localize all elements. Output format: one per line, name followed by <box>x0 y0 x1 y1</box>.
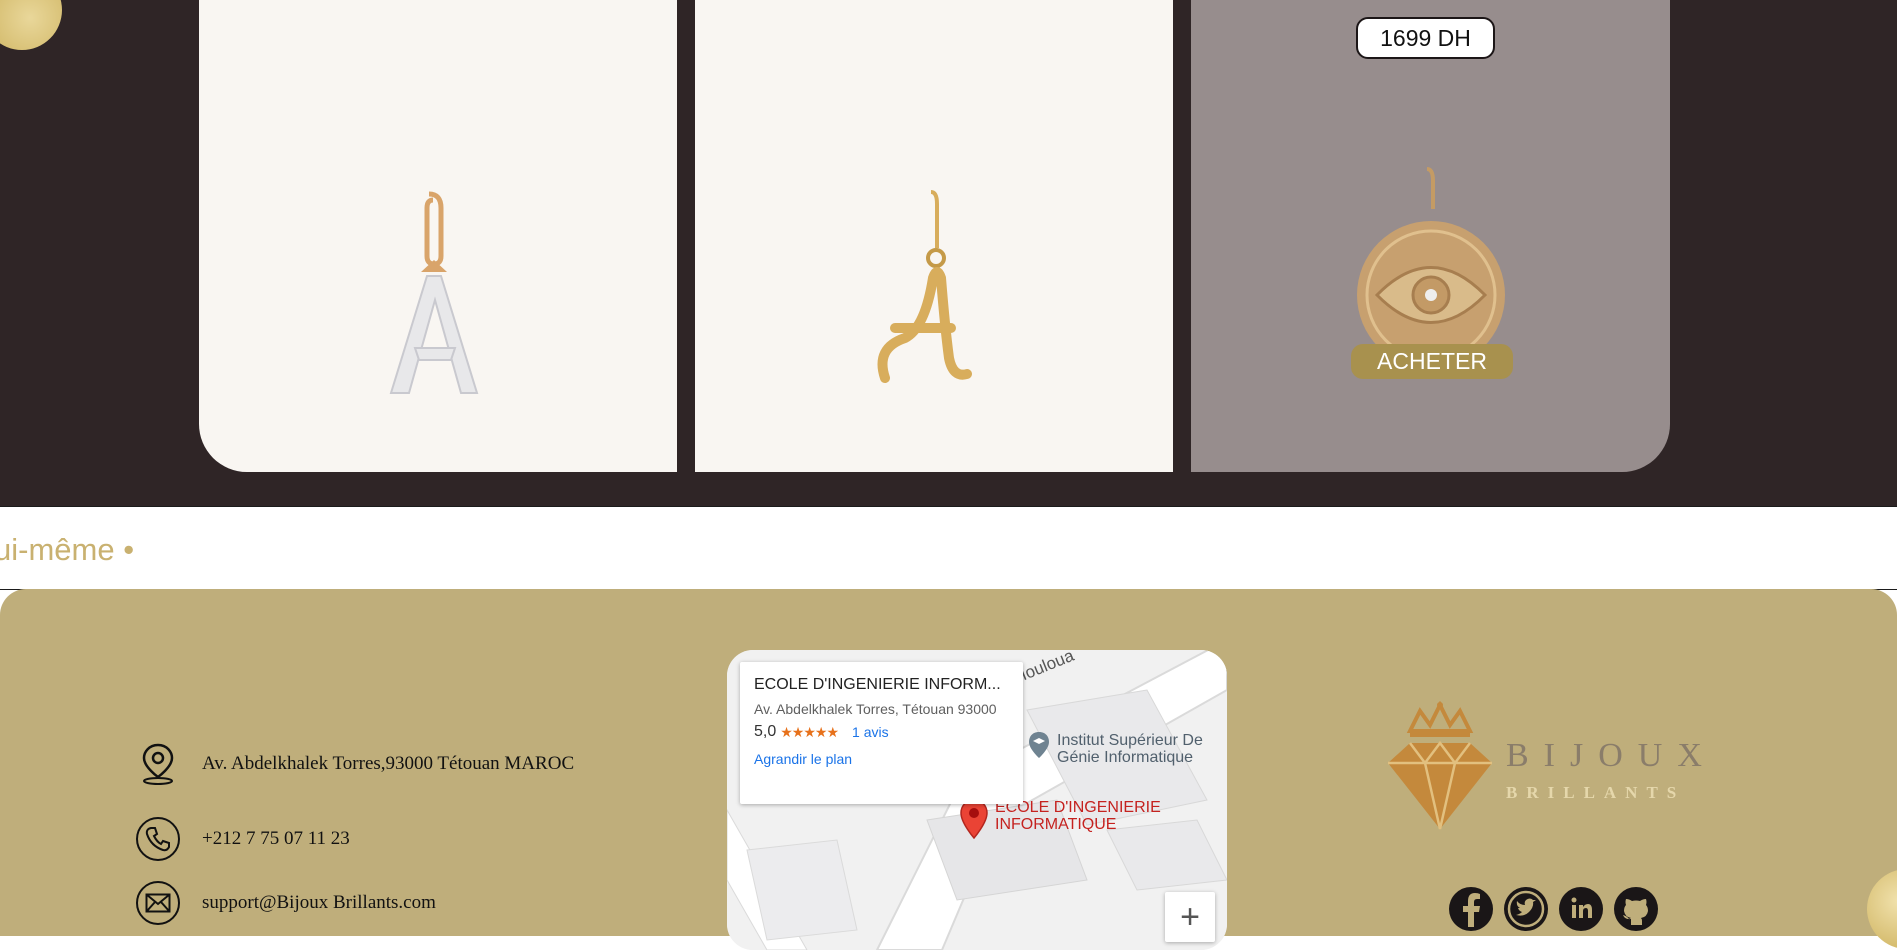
school-poi-icon <box>1029 732 1049 758</box>
buy-button[interactable]: ACHETER <box>1351 344 1513 379</box>
brand-subtitle: BRILLANTS <box>1506 783 1686 802</box>
enlarge-map-link[interactable]: Agrandir le plan <box>754 751 1009 767</box>
marker-label-line: INFORMATIQUE <box>995 816 1117 833</box>
phone-text[interactable]: +212 7 75 07 11 23 <box>202 828 350 850</box>
product-card-hovered[interactable]: 1699 DH ACHETER <box>1191 0 1670 472</box>
gold-decoration <box>0 0 62 50</box>
address-row: Av. Abdelkhalek Torres,93000 Tétouan MAR… <box>136 742 574 786</box>
zoom-in-button[interactable]: + <box>1165 892 1215 942</box>
letter-a-gold-pendant-image <box>877 190 972 383</box>
scrolling-tagline: ui-même • <box>0 506 1897 590</box>
brand-logo[interactable]: BIJOUX BRILLANTS <box>1380 701 1702 831</box>
product-card[interactable] <box>199 0 677 472</box>
phone-icon <box>136 817 180 861</box>
tagline-text: ui-même • <box>0 532 135 567</box>
reviews-link[interactable]: 1 avis <box>852 724 889 740</box>
email-row: support@Bijoux Brillants.com <box>136 881 436 925</box>
poi-label-line: Génie Informatique <box>1057 749 1194 766</box>
letter-a-diamond-pendant-image <box>389 191 479 394</box>
product-card[interactable] <box>695 0 1173 472</box>
marker-label: ECOLE D'INGENIERIE INFORMATIQUE <box>995 799 1161 833</box>
rating-value: 5,0 <box>754 723 777 740</box>
social-links <box>1449 887 1658 931</box>
footer: Av. Abdelkhalek Torres,93000 Tétouan MAR… <box>0 589 1897 950</box>
place-info-card: ECOLE D'INGENIERIE INFORM... Av. Abdelkh… <box>740 662 1023 804</box>
twitter-icon[interactable] <box>1504 887 1548 931</box>
location-pin-icon <box>136 742 180 786</box>
brand-name: BIJOUX <box>1506 737 1717 774</box>
email-text[interactable]: support@Bijoux Brillants.com <box>202 892 436 914</box>
github-icon[interactable] <box>1614 887 1658 931</box>
place-title: ECOLE D'INGENIERIE INFORM... <box>754 676 1001 693</box>
place-address: Av. Abdelkhalek Torres, Tétouan 93000 <box>754 701 997 717</box>
place-rating-row: 5,0 ★★★★★ 1 avis <box>754 723 1009 741</box>
address-text: Av. Abdelkhalek Torres,93000 Tétouan MAR… <box>202 753 575 774</box>
poi-label: Institut Supérieur De Génie Informatique <box>1057 732 1203 766</box>
facebook-icon[interactable] <box>1449 887 1493 931</box>
map-marker-icon <box>960 799 988 840</box>
phone-row: +212 7 75 07 11 23 <box>136 817 350 861</box>
embedded-map[interactable]: Houloua Institut Supérieur De Génie Info… <box>727 650 1227 950</box>
poi-label-line: Institut Supérieur De <box>1057 732 1203 749</box>
gold-decoration <box>1867 869 1897 949</box>
rating-stars-icon: ★★★★★ <box>780 723 839 740</box>
price-badge: 1699 DH <box>1356 17 1495 59</box>
products-section: 1699 DH ACHETER <box>0 0 1897 506</box>
diamond-crown-logo-icon <box>1388 701 1492 830</box>
mail-icon <box>136 881 180 925</box>
linkedin-icon[interactable] <box>1559 887 1603 931</box>
